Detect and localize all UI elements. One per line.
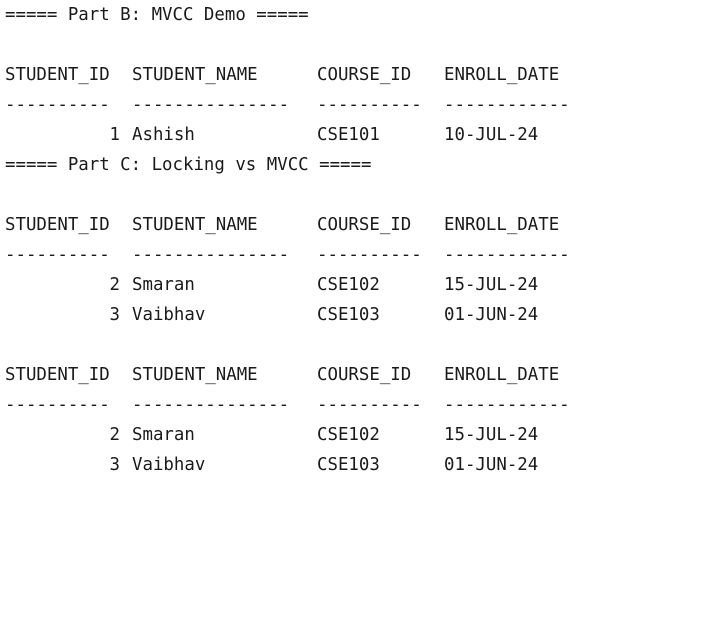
part-b-header: ===== Part B: MVCC Demo ===== xyxy=(5,5,309,25)
cell-enroll-date: 15-JUL-24 xyxy=(444,275,539,295)
console-output: ===== Part B: MVCC Demo ===== STUDENT_ID… xyxy=(0,0,710,479)
column-header-student-id: STUDENT_ID xyxy=(5,215,110,235)
cell-student-name: Smaran xyxy=(132,425,195,445)
cell-student-name: Ashish xyxy=(132,125,195,145)
cell-course-id: CSE103 xyxy=(317,455,380,475)
cell-enroll-date: 10-JUL-24 xyxy=(444,125,539,145)
cell-student-id: 3 xyxy=(109,305,120,325)
part-c-header: ===== Part C: Locking vs MVCC ===== xyxy=(5,155,372,175)
column-header-student-id: STUDENT_ID xyxy=(5,365,110,385)
cell-enroll-date: 01-JUN-24 xyxy=(444,455,539,475)
column-header-enroll-date: ENROLL_DATE xyxy=(444,65,560,85)
separator-course-id: ---------- xyxy=(317,395,422,415)
separator-student-id: ---------- xyxy=(5,395,110,415)
separator-course-id: ---------- xyxy=(317,95,422,115)
table-row: 1 Ashish CSE101 10-JUL-24 xyxy=(5,120,539,150)
separator-enroll-date: ------------ xyxy=(444,395,570,415)
cell-student-id: 3 xyxy=(109,455,120,475)
table-header-row: STUDENT_ID STUDENT_NAME COURSE_ID ENROLL… xyxy=(5,60,559,90)
table-header-row: STUDENT_ID STUDENT_NAME COURSE_ID ENROLL… xyxy=(5,360,559,390)
cell-course-id: CSE101 xyxy=(317,125,380,145)
column-header-student-name: STUDENT_NAME xyxy=(132,65,258,85)
separator-enroll-date: ------------ xyxy=(444,95,570,115)
table-row: 2 Smaran CSE102 15-JUL-24 xyxy=(5,270,539,300)
table-separator-row: ---------- --------------- ---------- --… xyxy=(5,90,570,120)
table-separator-row: ---------- --------------- ---------- --… xyxy=(5,240,570,270)
separator-student-name: --------------- xyxy=(132,95,290,115)
separator-enroll-date: ------------ xyxy=(444,245,570,265)
column-header-course-id: COURSE_ID xyxy=(317,65,412,85)
cell-student-name: Vaibhav xyxy=(132,305,206,325)
separator-course-id: ---------- xyxy=(317,245,422,265)
table-header-row: STUDENT_ID STUDENT_NAME COURSE_ID ENROLL… xyxy=(5,210,559,240)
cell-course-id: CSE102 xyxy=(317,275,380,295)
column-header-course-id: COURSE_ID xyxy=(317,215,412,235)
cell-student-name: Smaran xyxy=(132,275,195,295)
separator-student-name: --------------- xyxy=(132,245,290,265)
separator-student-name: --------------- xyxy=(132,395,290,415)
separator-student-id: ---------- xyxy=(5,95,110,115)
cell-course-id: CSE102 xyxy=(317,425,380,445)
separator-student-id: ---------- xyxy=(5,245,110,265)
cell-course-id: CSE103 xyxy=(317,305,380,325)
cell-enroll-date: 01-JUN-24 xyxy=(444,305,539,325)
cell-enroll-date: 15-JUL-24 xyxy=(444,425,539,445)
cell-student-id: 2 xyxy=(109,425,120,445)
column-header-student-name: STUDENT_NAME xyxy=(132,365,258,385)
column-header-student-id: STUDENT_ID xyxy=(5,65,110,85)
cell-student-id: 2 xyxy=(109,275,120,295)
table-row: 3 Vaibhav CSE103 01-JUN-24 xyxy=(5,300,539,330)
column-header-student-name: STUDENT_NAME xyxy=(132,215,258,235)
column-header-enroll-date: ENROLL_DATE xyxy=(444,365,560,385)
table-row: 2 Smaran CSE102 15-JUL-24 xyxy=(5,420,539,450)
column-header-enroll-date: ENROLL_DATE xyxy=(444,215,560,235)
table-row: 3 Vaibhav CSE103 01-JUN-24 xyxy=(5,450,539,480)
cell-student-name: Vaibhav xyxy=(132,455,206,475)
column-header-course-id: COURSE_ID xyxy=(317,365,412,385)
table-separator-row: ---------- --------------- ---------- --… xyxy=(5,390,570,420)
cell-student-id: 1 xyxy=(109,125,120,145)
